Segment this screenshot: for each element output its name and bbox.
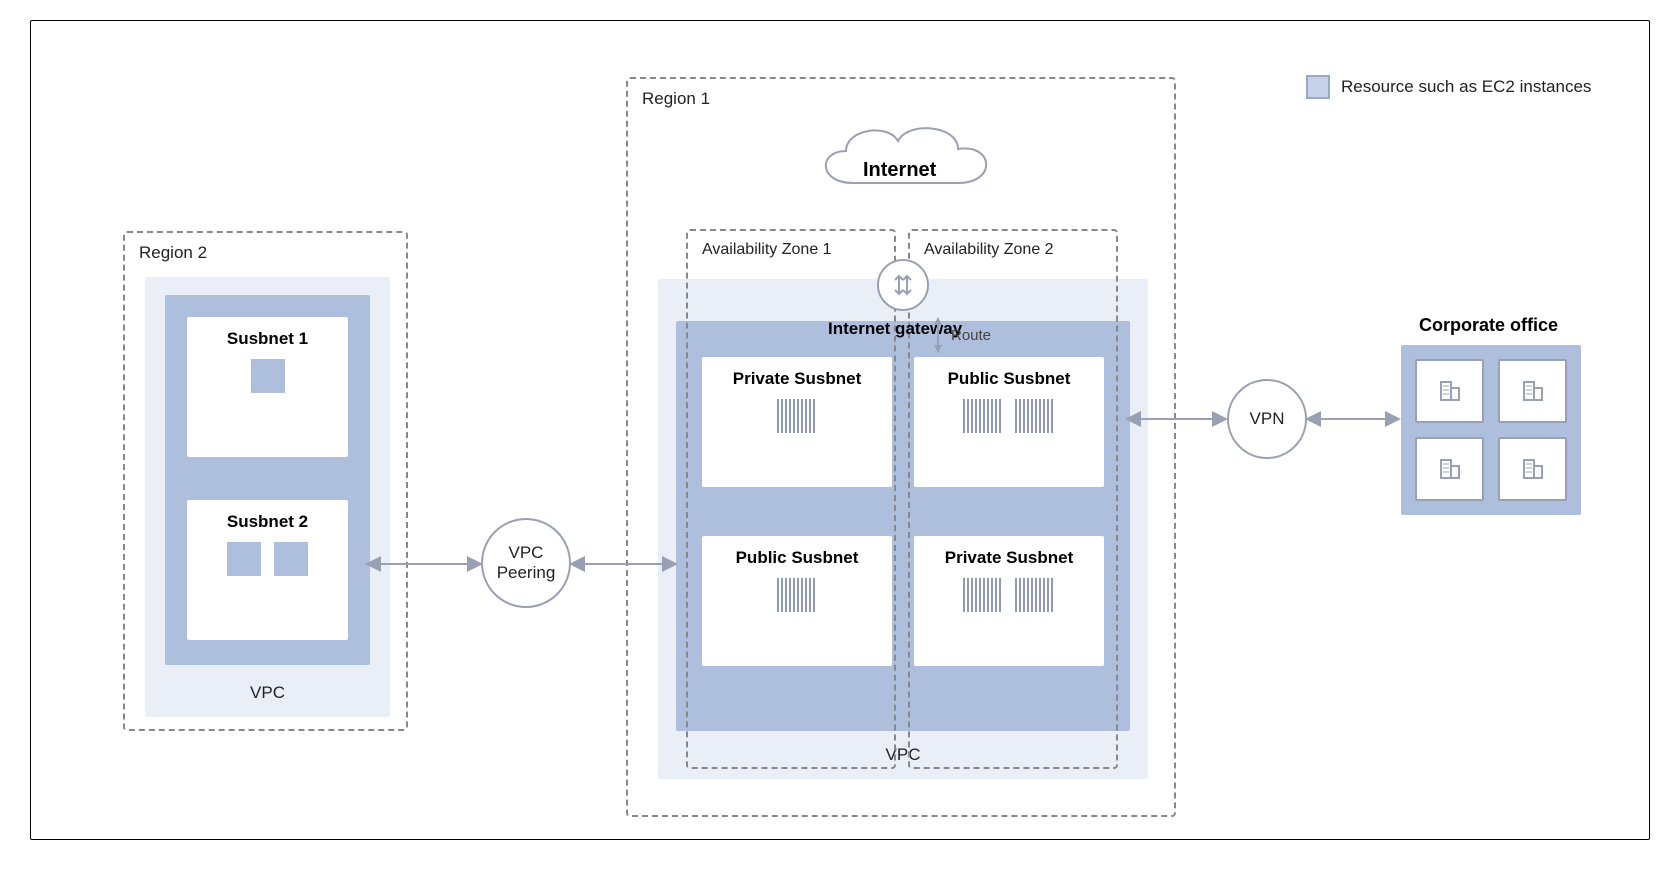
region2-subnet2: Susbnet 2 [187,500,348,640]
region2-vpc-outer: Susbnet 1 Susbnet 2 VPC [145,277,390,717]
legend-text: Resource such as EC2 instances [1341,77,1591,97]
region2-vpc-inner: Susbnet 1 Susbnet 2 [165,295,370,665]
diagram-frame: Resource such as EC2 instances Region 2 … [30,20,1650,840]
az1-label: Availability Zone 1 [702,241,832,259]
region1-label: Region 1 [642,89,710,109]
region1-box: Region 1 Internet Private Susbnet Public… [626,77,1176,817]
building-icon [1498,437,1567,501]
region2-subnet1-resources [187,359,348,393]
internet-cloud-icon [798,113,1008,203]
vpn-node: VPN [1227,379,1307,459]
building-icon [1415,437,1484,501]
corporate-title: Corporate office [1419,315,1558,336]
vpc-peering-node: VPC Peering [481,518,571,608]
resource-block [251,359,285,393]
region2-subnet1-title: Susbnet 1 [187,317,348,359]
az2-label: Availability Zone 2 [924,241,1054,259]
route-label: Route [951,327,991,344]
region2-subnet2-resources [187,542,348,576]
building-icon [1415,359,1484,423]
region2-vpc-label: VPC [250,683,285,703]
az2-box: Availability Zone 2 [908,229,1118,769]
region2-subnet2-title: Susbnet 2 [187,500,348,542]
internet-label: Internet [863,159,936,182]
internet-gateway-icon [877,259,929,311]
region2-box: Region 2 Susbnet 1 Susbnet 2 VPC [123,231,408,731]
resource-block [274,542,308,576]
building-icon [1498,359,1567,423]
legend-swatch [1306,75,1330,99]
region2-subnet1: Susbnet 1 [187,317,348,457]
corporate-office-box [1401,345,1581,515]
az1-box: Availability Zone 1 [686,229,896,769]
region2-label: Region 2 [139,243,207,263]
resource-block [227,542,261,576]
